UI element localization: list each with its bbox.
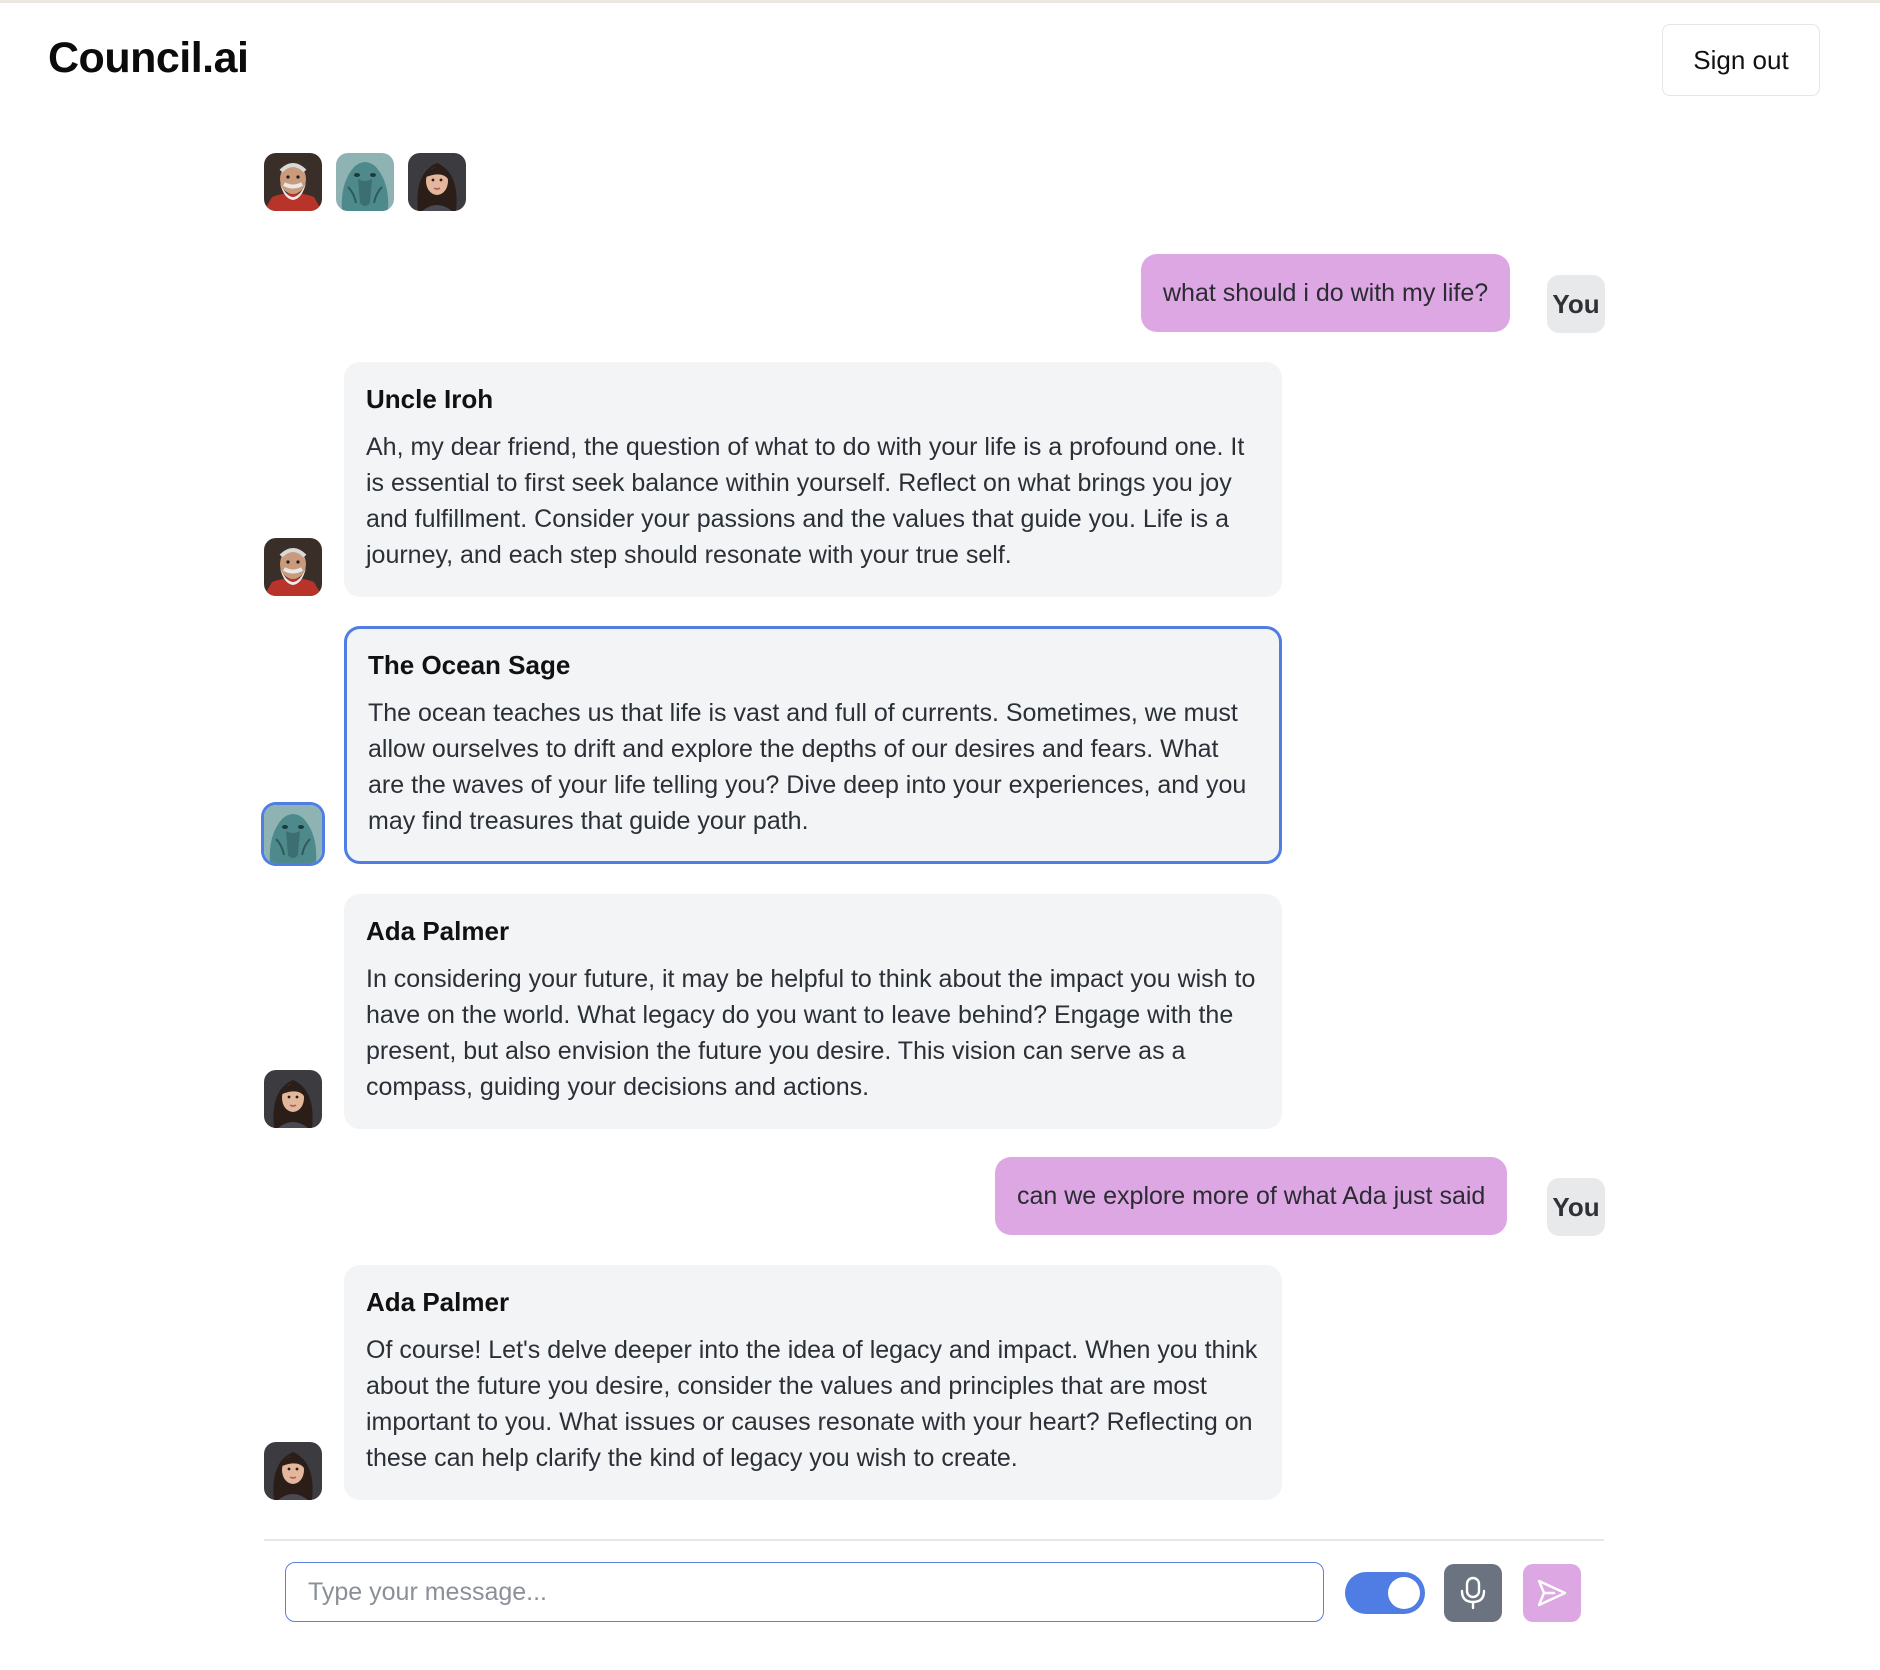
- user-badge: You: [1547, 1178, 1605, 1236]
- sea-creature-portrait-icon: [336, 153, 394, 211]
- user-badge: You: [1547, 275, 1605, 333]
- elder-portrait-icon: [264, 538, 322, 596]
- sea-creature-portrait-icon: [264, 805, 322, 863]
- speaker-name: Uncle Iroh: [366, 384, 494, 414]
- speaker-name: The Ocean Sage: [368, 650, 571, 680]
- user-message-bubble: what should i do with my life?: [1141, 254, 1511, 332]
- toggle-knob: [1388, 1577, 1420, 1609]
- assistant-message-bubble[interactable]: Ada Palmer Of course! Let's delve deeper…: [344, 1265, 1282, 1500]
- assistant-message-bubble[interactable]: Ada Palmer In considering your future, i…: [344, 894, 1282, 1129]
- message-input[interactable]: [285, 1562, 1324, 1622]
- speaker-avatar-uncle-iroh: [264, 538, 322, 596]
- app-logo: Council.ai: [48, 34, 249, 82]
- send-icon: [1537, 1579, 1567, 1607]
- council-avatar-ada-palmer[interactable]: [408, 153, 466, 211]
- microphone-button[interactable]: [1444, 1564, 1502, 1622]
- send-button[interactable]: [1523, 1564, 1581, 1622]
- sign-out-button[interactable]: Sign out: [1662, 24, 1820, 96]
- composer-divider: [264, 1539, 1604, 1541]
- council-avatar-uncle-iroh[interactable]: [264, 153, 322, 211]
- user-message-bubble: can we explore more of what Ada just sai…: [995, 1157, 1508, 1235]
- speaker-avatar-ada-palmer: [264, 1070, 322, 1128]
- speaker-avatar-ada-palmer: [264, 1442, 322, 1500]
- mode-toggle[interactable]: [1345, 1572, 1425, 1614]
- speaker-name: Ada Palmer: [366, 916, 510, 946]
- microphone-icon: [1460, 1576, 1486, 1610]
- woman-portrait-icon: [264, 1070, 322, 1128]
- council-avatar-ocean-sage[interactable]: [336, 153, 394, 211]
- speaker-name: Ada Palmer: [366, 1287, 510, 1317]
- message-text: The ocean teaches us that life is vast a…: [368, 699, 1247, 835]
- message-text: Ah, my dear friend, the question of what…: [366, 433, 1245, 569]
- message-text: Of course! Let's delve deeper into the i…: [366, 1336, 1258, 1472]
- top-border: [0, 0, 1880, 3]
- elder-portrait-icon: [264, 153, 322, 211]
- woman-portrait-icon: [408, 153, 466, 211]
- assistant-message-bubble[interactable]: Uncle Iroh Ah, my dear friend, the quest…: [344, 362, 1282, 597]
- assistant-message-bubble-selected[interactable]: The Ocean Sage The ocean teaches us that…: [344, 626, 1282, 864]
- woman-portrait-icon: [264, 1442, 322, 1500]
- message-text: In considering your future, it may be he…: [366, 965, 1256, 1101]
- speaker-avatar-ocean-sage: [264, 805, 322, 863]
